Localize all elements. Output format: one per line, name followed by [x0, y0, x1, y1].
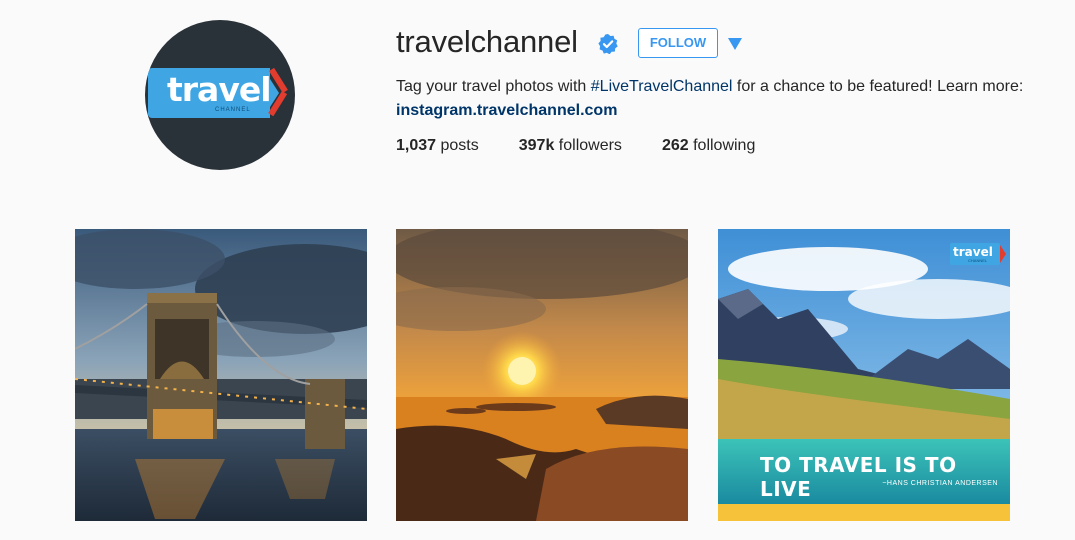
logo-word: travel	[167, 70, 272, 109]
bridge-photo-image	[75, 229, 367, 521]
stat-following-label: following	[693, 137, 756, 154]
post-thumbnail-sunset[interactable]	[396, 229, 688, 521]
stat-posts: 1,037 posts	[396, 137, 479, 155]
post-thumbnail-mountain-lake[interactable]: travel CHANNEL TO TRAVEL IS TO LIVE ~HAN…	[718, 229, 1010, 521]
suggestions-dropdown-icon[interactable]	[728, 38, 742, 50]
stat-followers-count: 397k	[518, 137, 555, 154]
post-caption-overlay: TO TRAVEL IS TO LIVE	[760, 453, 957, 501]
profile-bio: Tag your travel photos with #LiveTravelC…	[396, 75, 1026, 123]
watermark-logo-word: travel	[953, 245, 993, 259]
travel-channel-watermark-logo: travel CHANNEL	[950, 243, 1006, 265]
logo-sub-word: CHANNEL	[215, 107, 251, 113]
profile-stats: 1,037 posts 397k followers 262 following	[396, 137, 795, 155]
bio-text-suffix: for a chance to be featured! Learn more:	[732, 78, 1024, 95]
bio-website-link[interactable]: instagram.travelchannel.com	[396, 102, 617, 119]
bio-hashtag-link[interactable]: #LiveTravelChannel	[591, 78, 733, 95]
stat-followers[interactable]: 397k followers	[519, 137, 622, 155]
post-thumbnail-bridge[interactable]	[75, 229, 367, 521]
watermark-logo-sub: CHANNEL	[968, 258, 988, 263]
follow-button[interactable]: FOLLOW	[638, 28, 718, 58]
profile-username: travelchannel	[396, 24, 578, 59]
stat-following-count: 262	[661, 137, 689, 154]
bio-text-prefix: Tag your travel photos with	[396, 78, 591, 95]
stat-following[interactable]: 262 following	[662, 137, 755, 155]
watermark-red-chevron	[1000, 245, 1006, 263]
stat-posts-count: 1,037	[396, 137, 437, 154]
verified-badge-icon	[598, 34, 618, 54]
stat-posts-label: posts	[440, 137, 479, 154]
sunset-photo-image	[396, 229, 688, 521]
post-caption-attribution: ~HANS CHRISTIAN ANDERSEN	[882, 480, 998, 487]
profile-avatar: travel CHANNEL	[145, 20, 295, 170]
stat-followers-label: followers	[558, 137, 622, 154]
